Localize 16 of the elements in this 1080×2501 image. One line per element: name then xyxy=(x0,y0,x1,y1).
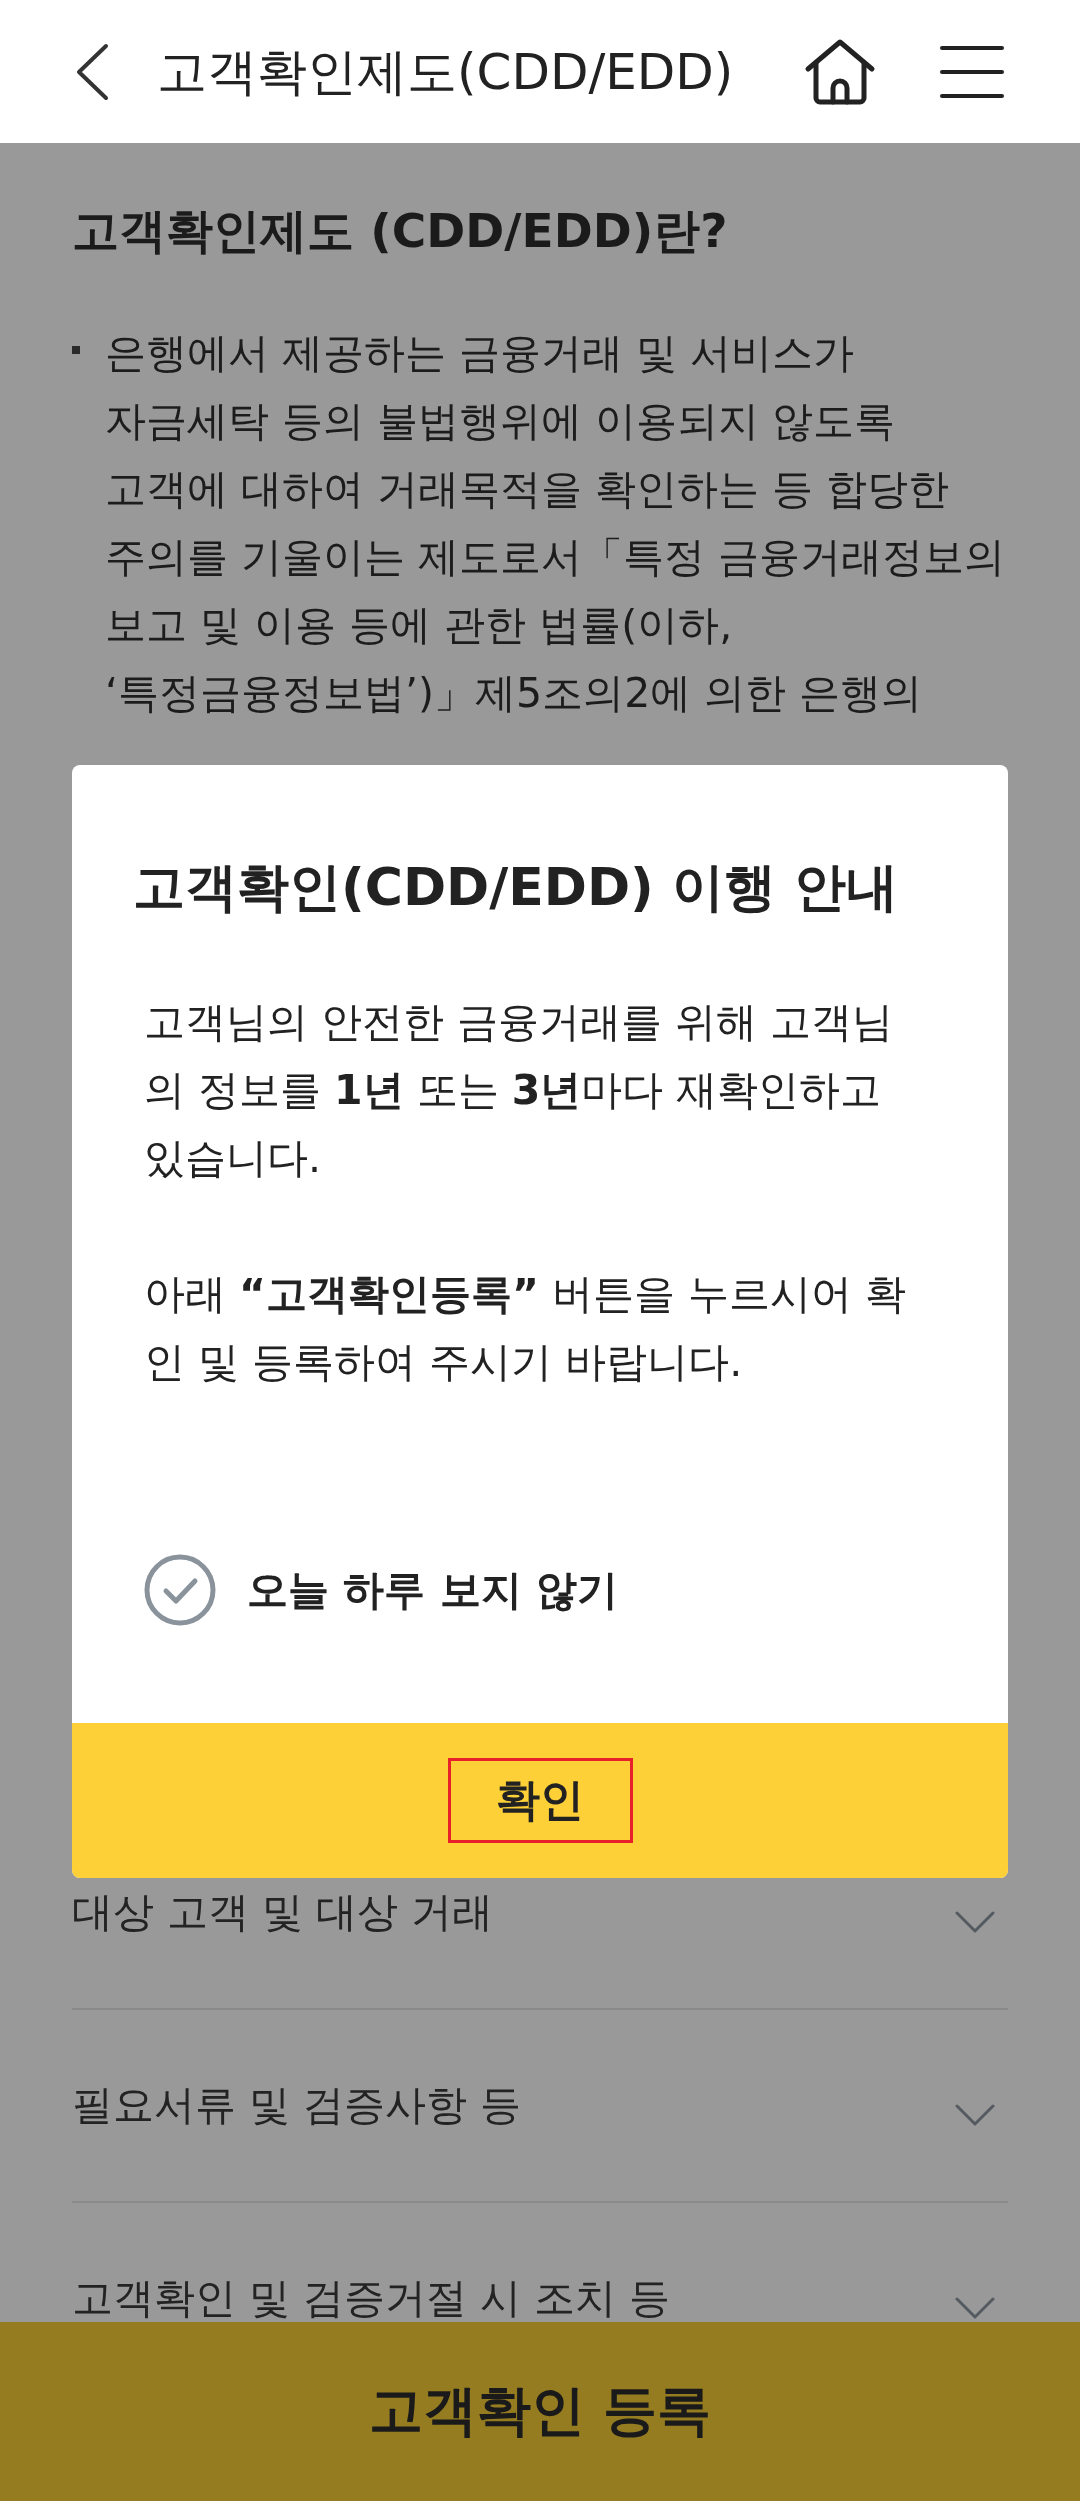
section-heading: 고객확인제도 (CDD/EDD)란? xyxy=(72,202,729,260)
page-title: 고객확인제도(CDD/EDD) xyxy=(157,41,735,103)
register-button[interactable]: 고객확인 등록 xyxy=(0,2322,1080,2501)
dialog-title: 고객확인(CDD/EDD) 이행 안내 xyxy=(132,856,900,919)
dialog-message: 고객님의 안전한 금융거래를 위해 고객님의 정보를 1년 또는 3년마다 재확인하고 있습니다. xyxy=(144,997,895,1184)
checkbox-label[interactable]: 오늘 하루 보지 않기 xyxy=(247,1562,618,1618)
menu-icon[interactable] xyxy=(940,45,1004,98)
confirm-button[interactable]: 확인 xyxy=(447,1758,633,1843)
accordion-item[interactable]: 필요서류 및 검증사항 등 xyxy=(72,2010,1008,2203)
back-icon[interactable] xyxy=(75,42,109,101)
accordion-item[interactable]: 고객확인 및 검증거절 시 조치 등 xyxy=(72,2203,1008,2322)
checkbox[interactable] xyxy=(144,1554,216,1626)
bullet-icon xyxy=(72,346,80,354)
bullet-text: 은행에서 제공하는 금융거래 및 서비스가 자금세탁 등의 불법행위에 이용되지 않도록 고객에 대하여 거래목적을 확인하는 등 합당한 주의를 기울이는 제도로서「특정 금융거래정보의 보고 및 이용 등에 관한 법률(이하, ‘특정금융정보법’)」제5조의2에 의한 은행의 xyxy=(105,328,1007,719)
dialog-message: 아래 “고객확인등록” 버튼을 누르시어 확인 및 등록하여 주시기 바랍니다. xyxy=(144,1269,908,1388)
home-icon[interactable] xyxy=(804,37,876,106)
